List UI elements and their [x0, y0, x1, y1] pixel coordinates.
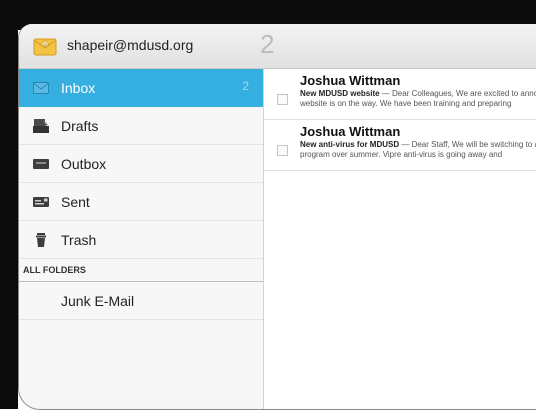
- message-snippet: — Dear Staff, We will be switching to a …: [401, 140, 536, 149]
- message-preview-line1: New anti-virus for MDUSD — Dear Staff, W…: [300, 140, 536, 149]
- sidebar-item-label: Drafts: [61, 117, 99, 134]
- device-frame-left: [0, 0, 18, 409]
- sidebar-item-junk-email[interactable]: Junk E-Mail: [19, 282, 263, 320]
- sidebar-item-drafts[interactable]: Drafts: [19, 107, 263, 145]
- unread-count: 2: [260, 29, 275, 59]
- message-list: Joshua Wittman New MDUSD website — Dear …: [264, 69, 536, 409]
- list-item[interactable]: Joshua Wittman New MDUSD website — Dear …: [264, 69, 536, 120]
- svg-text:@: @: [43, 42, 48, 48]
- sidebar-item-label: Sent: [61, 193, 90, 210]
- message-snippet: — Dear Colleagues, We are excited to ann…: [381, 89, 536, 98]
- select-checkbox[interactable]: [277, 94, 288, 105]
- sidebar-item-trash[interactable]: Trash: [19, 221, 263, 259]
- drafts-icon: [33, 118, 49, 133]
- sidebar-item-label: Outbox: [61, 155, 107, 172]
- select-checkbox[interactable]: [277, 145, 288, 156]
- outbox-icon: [33, 158, 49, 169]
- sidebar-item-label: Inbox: [61, 79, 96, 96]
- all-folders-header: ALL FOLDERS: [19, 259, 263, 282]
- message-sender: Joshua Wittman: [300, 73, 401, 88]
- sidebar-item-sent[interactable]: Sent: [19, 183, 263, 221]
- sidebar-item-label: Junk E-Mail: [61, 292, 135, 309]
- account-email[interactable]: shapeir@mdusd.org: [67, 37, 193, 53]
- message-preview-line1: New MDUSD website — Dear Colleagues, We …: [300, 89, 536, 98]
- trash-icon: [36, 232, 46, 247]
- sidebar-item-outbox[interactable]: Outbox: [19, 145, 263, 183]
- message-sender: Joshua Wittman: [300, 124, 401, 139]
- sidebar-item-label: Trash: [61, 231, 97, 248]
- list-item[interactable]: Joshua Wittman New anti-virus for MDUSD …: [264, 120, 536, 171]
- envelope-at-icon[interactable]: @: [33, 35, 57, 57]
- message-subject: New MDUSD website: [300, 89, 380, 98]
- message-preview-line2: program over summer. Vipre anti-virus is…: [300, 150, 503, 159]
- email-app-screen: @ shapeir@mdusd.org 2 Inbox 2 Drafts Out…: [18, 24, 536, 410]
- inbox-unread-count: 2: [242, 79, 249, 93]
- message-preview-line2: website is on the way. We have been trai…: [300, 99, 512, 108]
- folder-sidebar: Inbox 2 Drafts Outbox Sent Trash ALL FOL…: [19, 69, 264, 409]
- sent-icon: [33, 196, 49, 207]
- message-subject: New anti-virus for MDUSD: [300, 140, 400, 149]
- inbox-icon: [33, 81, 49, 94]
- action-bar: @ shapeir@mdusd.org 2: [19, 24, 536, 69]
- sidebar-item-inbox[interactable]: Inbox 2: [19, 69, 263, 107]
